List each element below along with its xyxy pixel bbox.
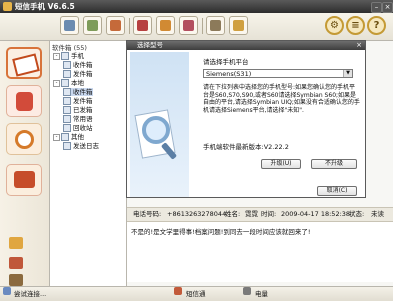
tree-node-local[interactable]: - 本地 [53, 79, 84, 87]
tree-node-phone-inbox[interactable]: 收件箱 [63, 61, 93, 69]
collapse-icon[interactable]: - [53, 79, 60, 87]
help-icon[interactable]: ? [367, 16, 386, 35]
toolbar-separator [202, 18, 203, 34]
log-icon [63, 142, 71, 150]
dialog-title-bar: 选择型号 × [127, 41, 365, 50]
phone-icon [61, 52, 69, 60]
contact-name: 霓霓 [245, 210, 258, 218]
tools-icon[interactable] [9, 257, 23, 269]
tree-node-recycle[interactable]: 回收站 [63, 124, 93, 132]
reply-icon[interactable] [83, 16, 102, 35]
close-button[interactable]: × [382, 2, 393, 13]
backup-icon[interactable] [9, 274, 23, 286]
select-model-dialog: 选择型号 × 请选择手机平台 Siemens(S31) ▼ 请在下拉列表中选择您… [126, 40, 366, 198]
outbox-icon [63, 97, 71, 105]
send-icon[interactable] [156, 16, 175, 35]
menu-icon[interactable]: ≡ [346, 16, 365, 35]
delete-icon[interactable] [133, 16, 152, 35]
tree-node-local-outbox[interactable]: 发件箱 [63, 97, 93, 105]
folder-icon[interactable] [9, 237, 23, 249]
message-body-area[interactable]: 不是的!是文学里得事!档案问题!到同去一段时间应该就回来了! [127, 222, 393, 282]
inbox-icon [63, 61, 71, 69]
recycle-bin-icon [63, 124, 71, 132]
chevron-down-icon[interactable]: ▼ [343, 70, 352, 77]
message-body: 不是的!是文学里得事!档案问题!到同去一段时间应该就回来了! [131, 228, 311, 236]
tree-node-phrases[interactable]: 常用语 [63, 115, 93, 123]
phone-label: 电话号码: [133, 210, 162, 218]
phrases-icon [63, 115, 71, 123]
mail-icon[interactable] [179, 16, 198, 35]
calendar-nav-icon[interactable] [6, 123, 42, 155]
contacts-nav-icon[interactable] [6, 85, 42, 117]
dialog-close-button[interactable]: × [356, 41, 362, 50]
version-line: 手机端软件最新版本:V2.22.2 [203, 141, 289, 151]
battery-label: 电量 [255, 290, 268, 298]
upgrade-button[interactable]: 升级(U) [261, 159, 301, 169]
app-logo-icon [3, 2, 12, 11]
print-icon[interactable] [206, 16, 225, 35]
magnifier-illustration [130, 52, 189, 197]
version-label: 手机端软件最新版本: [203, 143, 264, 151]
platform-select[interactable]: Siemens(S31) ▼ [203, 69, 353, 78]
new-message-icon[interactable] [60, 16, 79, 35]
platform-select-value: Siemens(S31) [206, 70, 252, 78]
tree-node-phone[interactable]: - 手机 [53, 52, 84, 60]
tree-node-local-inbox[interactable]: 收件箱 [63, 88, 93, 96]
collapse-icon[interactable]: - [53, 133, 60, 141]
computer-icon [61, 79, 69, 87]
version-value: V2.22.2 [263, 143, 289, 151]
magnifier-icon [142, 116, 170, 144]
inbox-icon [63, 88, 71, 96]
forward-icon[interactable] [106, 16, 125, 35]
status-bar: 尝试连接... 短信通 电量 [0, 286, 393, 301]
time-label: 时间: [261, 210, 277, 218]
message-time: 2009-04-17 18:52:38 [281, 210, 351, 218]
folder-icon [61, 133, 69, 141]
toolbar: ⚙ ≡ ? [0, 13, 393, 41]
connection-icon [3, 287, 11, 295]
minimize-button[interactable]: – [371, 2, 382, 13]
title-bar: 短信手机 V6.6.5 – × [0, 0, 393, 13]
name-label: 姓名: [225, 210, 241, 218]
sms-center-icon [174, 287, 182, 295]
message-info-row: 电话号码: +8613263278044 姓名: 霓霓 时间: 2009-04-… [127, 207, 393, 222]
no-upgrade-button[interactable]: 不升级 [311, 159, 357, 169]
phone-number: +8613263278044 [167, 210, 227, 218]
connection-status: 尝试连接... [14, 290, 47, 298]
dialog-title: 选择型号 [137, 41, 163, 49]
folder-tree: 软件箱 (55) - 手机 收件箱 发件箱 - 本地 收件箱 发件箱 已发箱 常用语… [50, 41, 127, 286]
outbox-icon [63, 70, 71, 78]
message-status: 未读 [371, 210, 384, 218]
window-title: 短信手机 V6.6.5 [15, 2, 75, 11]
tree-node-phone-outbox[interactable]: 发件箱 [63, 70, 93, 78]
collapse-icon[interactable]: - [53, 52, 60, 60]
settings-icon[interactable]: ⚙ [325, 16, 344, 35]
platform-label: 请选择手机平台 [203, 58, 249, 66]
sent-icon [63, 106, 71, 114]
tree-header: 软件箱 (55) [52, 44, 87, 52]
left-navigation [0, 41, 50, 286]
platform-description: 请在下拉列表中选择您的手机型号:如果您确认您的手机平台是S60,S70,S90,… [203, 84, 360, 114]
sms-nav-icon[interactable] [6, 47, 42, 79]
tree-node-send-log[interactable]: 发送日志 [63, 142, 99, 150]
phone-manage-nav-icon[interactable] [6, 164, 42, 196]
sms-center-label: 短信通 [186, 290, 206, 298]
tree-node-other[interactable]: - 其他 [53, 133, 84, 141]
toolbar-separator [129, 18, 130, 34]
battery-icon [243, 287, 251, 295]
search-icon[interactable] [229, 16, 248, 35]
cancel-button[interactable]: 取消(C) [317, 186, 357, 196]
tree-node-sent[interactable]: 已发箱 [63, 106, 93, 114]
status-label: 状态: [349, 210, 365, 218]
